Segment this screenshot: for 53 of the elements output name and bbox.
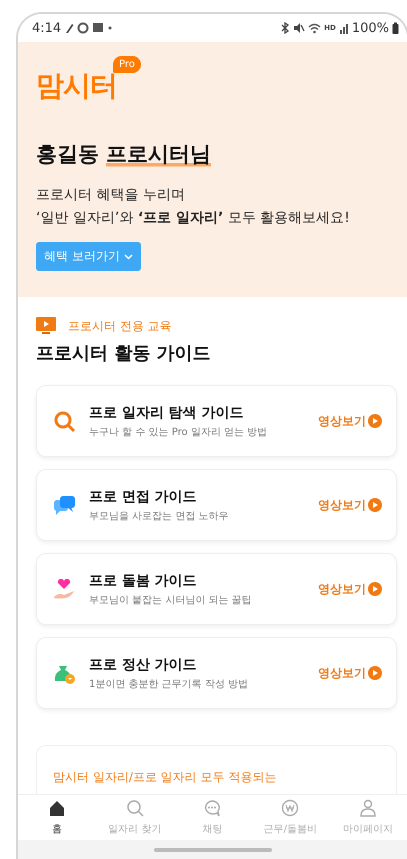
guide-title: 프로 돌봄 가이드: [89, 572, 198, 590]
battery-icon: [392, 22, 399, 34]
person-icon: [359, 799, 378, 817]
status-time: 4:14: [32, 20, 62, 36]
guide-description: 1분이면 충분한 근무기록 작성 방법: [89, 678, 250, 690]
play-icon: [368, 498, 382, 512]
nav-tab[interactable]: 채팅: [174, 795, 252, 840]
coin-icon: [281, 799, 300, 817]
monitor-play-icon: [36, 317, 56, 335]
guide-description: 누구나 할 수 있는 Pro 일자리 얻는 방법: [89, 426, 268, 438]
nav-tab[interactable]: 마이페이지: [329, 795, 407, 840]
guide-card[interactable]: 프로 정산 가이드 1분이면 충분한 근무기록 작성 방법 영상보기: [36, 637, 397, 709]
play-icon: [368, 666, 382, 680]
watch-video-link[interactable]: 영상보기: [318, 496, 382, 514]
circle-icon: [77, 22, 90, 34]
search-icon: [53, 410, 75, 432]
home-icon: [48, 799, 66, 817]
chat-icon: [203, 799, 222, 817]
search-icon: [126, 799, 144, 817]
home-indicator[interactable]: [154, 848, 272, 852]
user-name: 홍길동: [36, 141, 99, 168]
nav-tab[interactable]: 근무/돌봄비: [251, 795, 330, 840]
chevron-down-icon: [124, 254, 133, 260]
nav-tab[interactable]: 일자리 찾기: [96, 795, 174, 840]
guide-card[interactable]: 프로 돌봄 가이드 부모님이 붙잡는 시터님이 되는 꿀팁 영상보기: [36, 553, 397, 625]
mute-icon: [293, 22, 306, 34]
watch-video-link[interactable]: 영상보기: [318, 412, 382, 430]
guide-description: 부모님을 사로잡는 면접 노하우: [89, 510, 230, 522]
watch-video-link[interactable]: 영상보기: [318, 664, 382, 682]
signal-icon: [338, 22, 349, 34]
benefits-button[interactable]: 혜택 보러가기: [36, 242, 141, 271]
app-logo: 맘시터: [36, 70, 117, 102]
chat-bubbles-icon: [53, 494, 75, 516]
wifi-icon: [308, 22, 322, 34]
guide-description: 부모님이 붙잡는 시터님이 되는 꿀팁: [89, 594, 253, 606]
battery-percent: 100%: [352, 20, 389, 36]
guide-title: 프로 정산 가이드: [89, 656, 198, 674]
hero-subtitle: 프로시터 혜택을 누리며 ‘일반 일자리’와 ‘프로 일자리’ 모두 활용해보세요!: [36, 186, 351, 228]
section-label: 프로시터 전용 교육: [68, 318, 172, 334]
bluetooth-icon: [280, 22, 290, 34]
heart-hand-icon: [53, 578, 75, 600]
dot-icon: [107, 25, 114, 31]
play-icon: [368, 414, 382, 428]
nav-tab[interactable]: 홈: [18, 795, 96, 840]
guide-card[interactable]: 프로 면접 가이드 부모님을 사로잡는 면접 노하우 영상보기: [36, 469, 397, 541]
pro-badge: Pro: [113, 56, 141, 73]
play-icon: [368, 582, 382, 596]
guide-title: 프로 일자리 탐색 가이드: [89, 404, 245, 422]
section-heading: 프로시터 활동 가이드: [36, 342, 212, 365]
guide-card[interactable]: 프로 일자리 탐색 가이드 누구나 할 수 있는 Pro 일자리 얻는 방법 영상보기: [36, 385, 397, 457]
watch-video-link[interactable]: 영상보기: [318, 580, 382, 598]
info-card-label: 맘시터 일자리/프로 일자리 모두 적용되는: [53, 770, 276, 784]
guide-title: 프로 면접 가이드: [89, 488, 198, 506]
